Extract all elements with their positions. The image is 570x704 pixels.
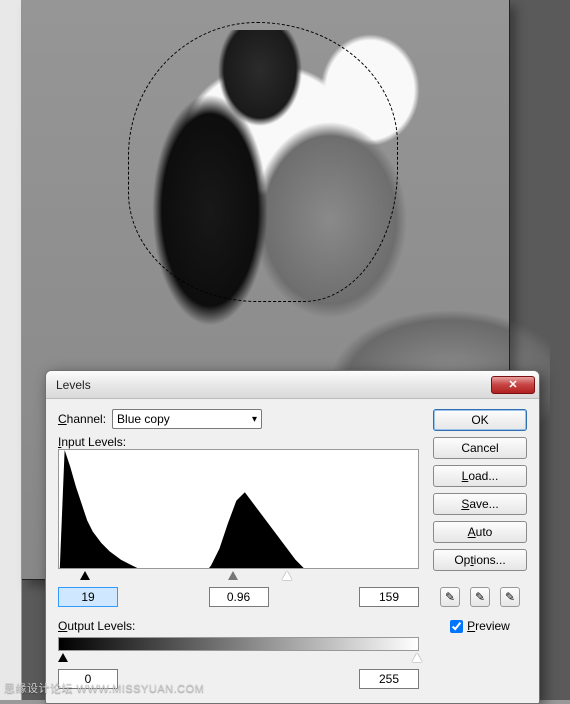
gray-point-dropper[interactable]: ✎	[470, 587, 490, 607]
input-gamma-field[interactable]: 0.96	[209, 587, 269, 607]
output-slider-track[interactable]	[58, 653, 419, 665]
auto-button[interactable]: Auto	[433, 521, 527, 543]
chevron-down-icon: ▾	[252, 414, 257, 425]
watermark-text: 思缘设计论坛 WWW.MISSYUAN.COM	[4, 680, 204, 696]
dialog-titlebar[interactable]: Levels ✕	[46, 371, 539, 399]
levels-dialog: Levels ✕ Channel: Channel: Blue copy ▾ I…	[45, 370, 540, 704]
dialog-title: Levels	[56, 378, 491, 392]
dropper-icon: ✎	[475, 590, 485, 604]
input-black-slider[interactable]	[80, 571, 90, 580]
input-white-slider[interactable]	[282, 571, 292, 580]
channel-label: Channel:	[58, 412, 106, 426]
histogram-svg	[59, 450, 418, 569]
dropper-icon: ✎	[445, 590, 455, 604]
output-white-field[interactable]: 255	[359, 669, 419, 689]
save-button[interactable]: Save...	[433, 493, 527, 515]
load-button[interactable]: Load...	[433, 465, 527, 487]
black-point-dropper[interactable]: ✎	[440, 587, 460, 607]
preview-checkbox[interactable]	[450, 620, 463, 633]
input-white-field[interactable]: 159	[359, 587, 419, 607]
close-button[interactable]: ✕	[491, 376, 535, 394]
output-gradient[interactable]	[58, 637, 419, 651]
input-slider-track[interactable]	[58, 571, 419, 583]
input-levels-label: Input Levels:	[58, 435, 419, 449]
input-gamma-slider[interactable]	[228, 571, 238, 580]
input-black-field[interactable]: 19	[58, 587, 118, 607]
histogram[interactable]	[58, 449, 419, 569]
output-levels-label: Output Levels:	[58, 619, 419, 633]
white-point-dropper[interactable]: ✎	[500, 587, 520, 607]
selection-marquee[interactable]	[128, 22, 398, 302]
preview-label[interactable]: Preview	[467, 619, 510, 633]
options-button[interactable]: Options...	[433, 549, 527, 571]
channel-select[interactable]: Blue copy ▾	[112, 409, 262, 429]
output-white-slider[interactable]	[412, 653, 422, 662]
ok-button[interactable]: OK	[433, 409, 527, 431]
channel-value: Blue copy	[117, 412, 170, 426]
dropper-icon: ✎	[505, 590, 515, 604]
ruler-vertical[interactable]	[0, 0, 22, 700]
output-black-slider[interactable]	[58, 653, 68, 662]
close-icon: ✕	[508, 378, 517, 391]
cancel-button[interactable]: Cancel	[433, 437, 527, 459]
